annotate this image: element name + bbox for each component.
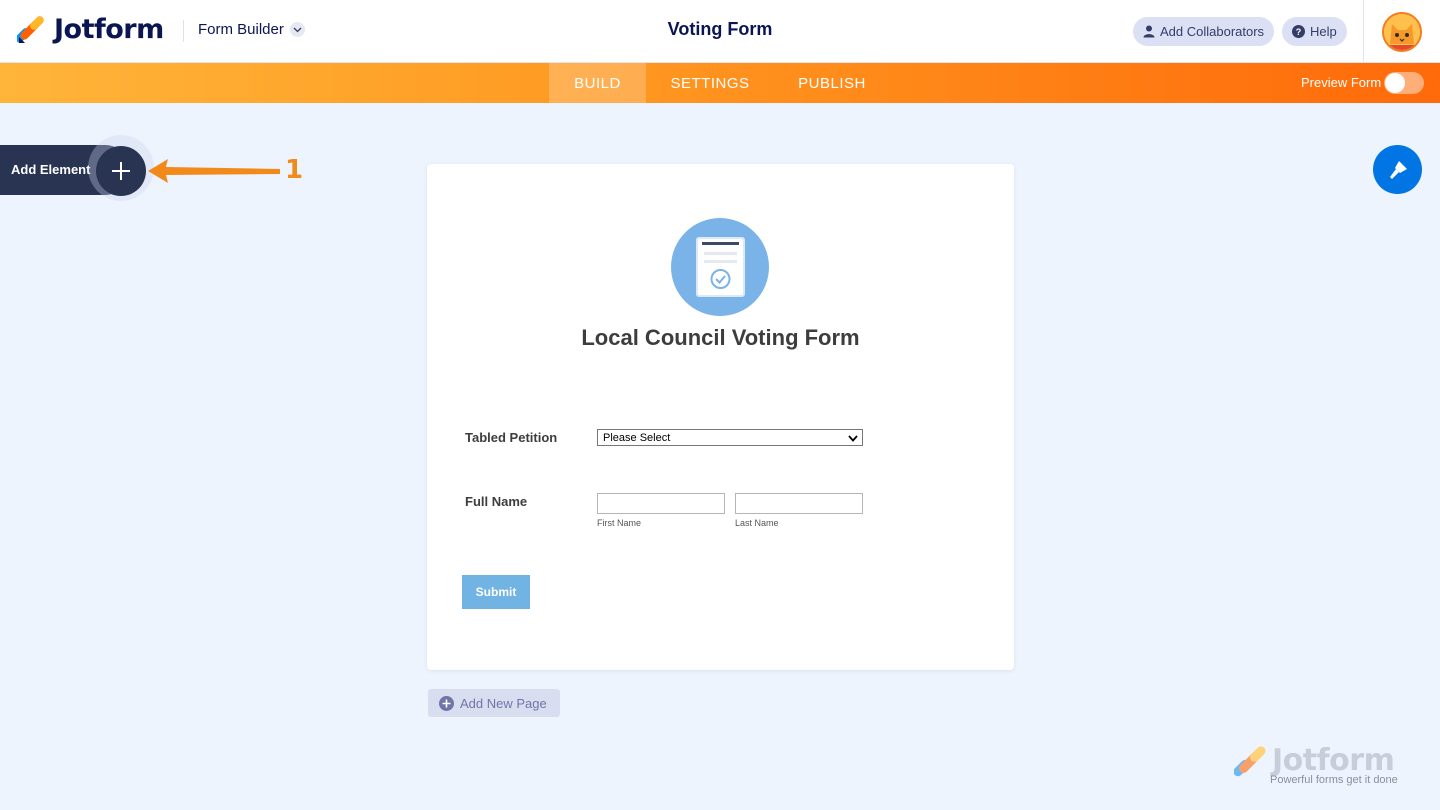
paint-roller-icon [1389, 160, 1407, 179]
add-element-label: Add Element [11, 162, 91, 177]
first-name-sublabel: First Name [597, 518, 642, 528]
help-icon: ? [1292, 25, 1305, 38]
top-header: Jotform Form Builder Voting Form Add Col… [0, 0, 1440, 63]
form-document-icon [671, 218, 769, 316]
tabled-petition-select[interactable]: Please Select [597, 429, 863, 446]
tab-settings[interactable]: SETTINGS [646, 63, 774, 103]
jotform-watermark-logo-icon [1234, 746, 1266, 777]
full-name-label: Full Name [465, 494, 528, 509]
help-button[interactable]: ? Help [1282, 17, 1347, 46]
builder-nav-bar: BUILD SETTINGS PUBLISH Preview Form [0, 63, 1440, 103]
tab-build[interactable]: BUILD [549, 63, 646, 103]
add-element-plus-button[interactable] [96, 146, 146, 196]
last-name-input[interactable] [735, 493, 863, 514]
toggle-knob [1385, 73, 1405, 93]
callout-number: 1 [285, 155, 304, 185]
add-collaborators-button[interactable]: Add Collaborators [1133, 17, 1275, 46]
form-designer-button[interactable] [1373, 145, 1422, 194]
preview-form-toggle[interactable] [1384, 72, 1424, 94]
chevron-down-icon [848, 433, 858, 445]
add-collaborators-label: Add Collaborators [1160, 24, 1265, 39]
select-value: Please Select [603, 432, 671, 444]
chevron-down-icon [289, 22, 305, 37]
watermark-tagline: Powerful forms get it done [1270, 774, 1398, 786]
tab-publish[interactable]: PUBLISH [774, 63, 890, 103]
watermark-brand: Jotform [1272, 743, 1395, 778]
add-new-page-button[interactable]: Add New Page [428, 689, 560, 717]
svg-text:?: ? [1296, 27, 1302, 37]
header-divider [183, 20, 184, 42]
add-new-page-label: Add New Page [460, 695, 547, 711]
plus-icon [112, 162, 130, 180]
preview-form-label: Preview Form [1301, 75, 1382, 90]
jotform-watermark: Jotform Powerful forms get it done [1234, 743, 1414, 790]
user-icon [1143, 25, 1155, 38]
form-builder-label: Form Builder [198, 21, 284, 38]
brand-name: Jotform [54, 14, 164, 45]
help-label: Help [1310, 24, 1337, 39]
form-builder-dropdown[interactable]: Form Builder [198, 21, 305, 38]
last-name-sublabel: Last Name [735, 518, 779, 528]
jotform-logo-icon [17, 15, 44, 43]
tabled-petition-label: Tabled Petition [465, 430, 558, 445]
form-canvas: Local Council Voting Form Tabled Petitio… [427, 164, 1014, 670]
plus-circle-icon [439, 695, 454, 711]
first-name-input[interactable] [597, 493, 725, 514]
callout-arrow-icon [148, 159, 280, 183]
form-heading[interactable]: Local Council Voting Form [427, 325, 1014, 351]
cat-avatar-icon [1384, 14, 1420, 50]
submit-button[interactable]: Submit [462, 575, 530, 609]
user-avatar[interactable] [1382, 12, 1422, 52]
jotform-logo[interactable]: Jotform [17, 14, 164, 45]
header-divider-right [1363, 0, 1364, 63]
